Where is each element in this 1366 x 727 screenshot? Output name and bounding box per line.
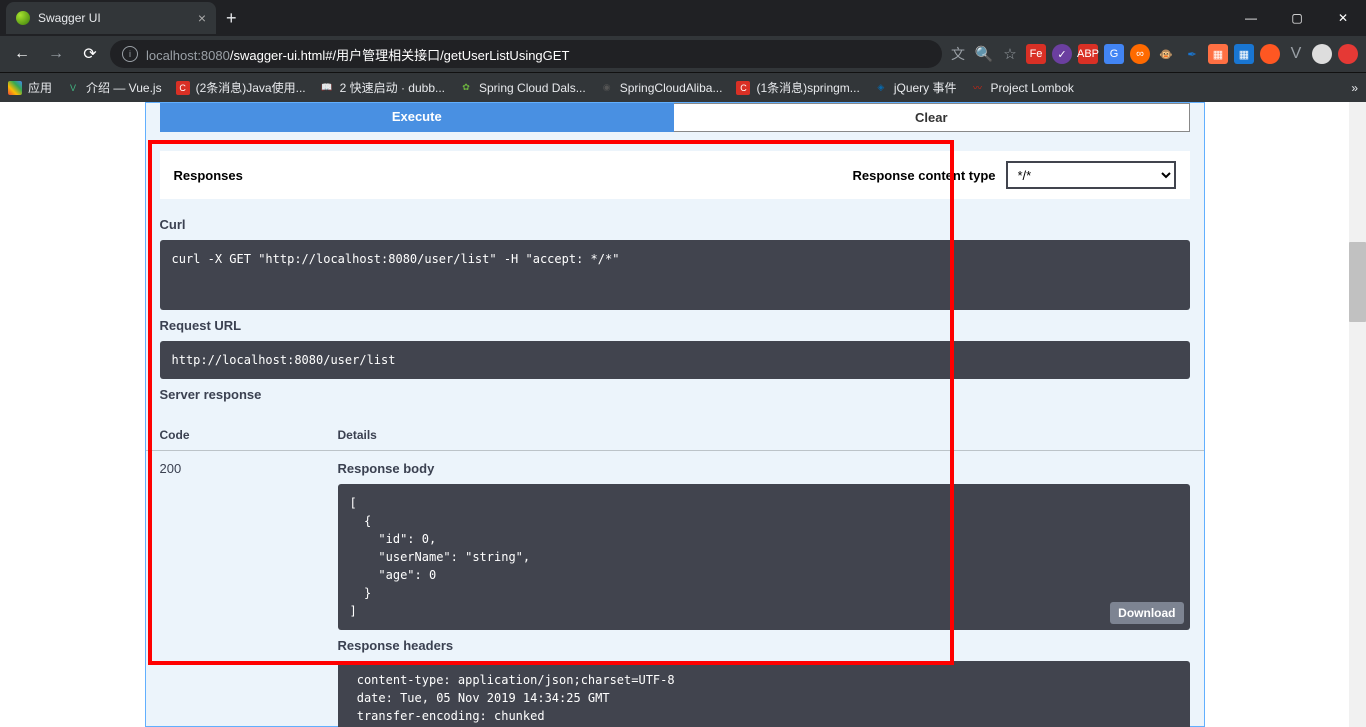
close-tab-icon[interactable]: × xyxy=(198,10,206,26)
ext-icon-10[interactable]: V xyxy=(1286,44,1306,64)
curl-command[interactable]: curl -X GET "http://localhost:8080/user/… xyxy=(160,240,1190,310)
response-headers-label: Response headers xyxy=(338,638,1190,653)
swagger-operation-panel: Execute Clear Responses Response content… xyxy=(145,102,1205,727)
responses-title: Responses xyxy=(174,168,243,183)
swagger-favicon xyxy=(16,11,30,25)
ext-icon-1[interactable]: Fe xyxy=(1026,44,1046,64)
translate-icon[interactable]: ⽂ xyxy=(948,44,968,64)
ext-icon-3[interactable]: G xyxy=(1104,44,1124,64)
ext-icon-2[interactable]: ✓ xyxy=(1052,44,1072,64)
ext-icon-8[interactable]: ▦ xyxy=(1234,44,1254,64)
url-host: localhost xyxy=(146,48,197,63)
forward-button[interactable]: → xyxy=(42,40,70,68)
bm-label: Project Lombok xyxy=(991,81,1074,95)
bookmark-item[interactable]: V 介绍 — Vue.js xyxy=(66,79,162,96)
response-headers[interactable]: content-type: application/json;charset=U… xyxy=(338,661,1190,727)
url-port: :8080 xyxy=(197,48,230,63)
bookmark-item[interactable]: ◉ SpringCloudAliba... xyxy=(600,81,723,95)
back-button[interactable]: ← xyxy=(8,40,36,68)
csdn-icon: C xyxy=(736,81,750,95)
status-code: 200 xyxy=(160,461,338,727)
request-url-value[interactable]: http://localhost:8080/user/list xyxy=(160,341,1190,379)
address-bar-icons: ⽂ 🔍 ☆ Fe ✓ ABP G ∞ 🐵 ✒ ▦ ▦ V xyxy=(948,44,1358,64)
bookmark-item[interactable]: C (1条消息)springm... xyxy=(736,79,859,96)
response-body[interactable]: [ { "id": 0, "userName": "string", "age"… xyxy=(338,484,1190,630)
close-window-icon[interactable]: ✕ xyxy=(1320,0,1366,36)
col-details: Details xyxy=(338,428,1190,442)
bookmark-item[interactable]: 〰 Project Lombok xyxy=(971,81,1074,95)
bookmark-item[interactable]: ✿ Spring Cloud Dals... xyxy=(459,81,586,95)
maximize-icon[interactable]: ▢ xyxy=(1274,0,1320,36)
csdn-icon: C xyxy=(176,81,190,95)
ext-icon-11[interactable] xyxy=(1338,44,1358,64)
new-tab-button[interactable]: + xyxy=(216,8,247,29)
execute-button[interactable]: Execute xyxy=(160,103,675,132)
page-content: Execute Clear Responses Response content… xyxy=(0,102,1349,727)
response-row: 200 Response body [ { "id": 0, "userName… xyxy=(146,451,1204,727)
browser-address-bar: ← → ⟳ i localhost:8080/swagger-ui.html#/… xyxy=(0,36,1366,72)
profile-avatar-icon[interactable] xyxy=(1312,44,1332,64)
bookmark-item[interactable]: 📖 2 快速启动 · dubb... xyxy=(320,79,445,96)
minimize-icon[interactable]: — xyxy=(1228,0,1274,36)
window-controls: — ▢ ✕ xyxy=(1228,0,1366,36)
response-body-wrap: [ { "id": 0, "userName": "string", "age"… xyxy=(338,484,1190,630)
response-table-header: Code Details xyxy=(146,420,1204,451)
ext-icon-7[interactable]: ▦ xyxy=(1208,44,1228,64)
ext-icon-6[interactable]: ✒ xyxy=(1182,44,1202,64)
responses-header: Responses Response content type */* xyxy=(160,151,1190,199)
clear-button[interactable]: Clear xyxy=(674,103,1190,132)
bm-label: SpringCloudAliba... xyxy=(620,81,723,95)
bookmarks-overflow-icon[interactable]: » xyxy=(1351,81,1358,95)
jquery-icon: ◈ xyxy=(874,81,888,95)
github-icon: ◉ xyxy=(600,81,614,95)
bm-label: 介绍 — Vue.js xyxy=(86,79,162,96)
book-icon: 📖 xyxy=(320,81,334,95)
response-body-label: Response body xyxy=(338,461,1190,476)
bm-label: 应用 xyxy=(28,79,52,96)
bookmarks-bar: 应用 V 介绍 — Vue.js C (2条消息)Java使用... 📖 2 快速启动… xyxy=(0,72,1366,102)
page-viewport: Execute Clear Responses Response content… xyxy=(0,102,1366,727)
bm-label: jQuery 事件 xyxy=(894,79,957,96)
bookmark-item[interactable]: C (2条消息)Java使用... xyxy=(176,79,306,96)
response-details: Response body [ { "id": 0, "userName": "… xyxy=(338,461,1190,727)
url-input[interactable]: i localhost:8080/swagger-ui.html#/用户管理相关… xyxy=(110,40,942,68)
reload-button[interactable]: ⟳ xyxy=(76,40,104,68)
site-info-icon[interactable]: i xyxy=(122,46,138,62)
content-type-select[interactable]: */* xyxy=(1006,161,1176,189)
curl-label: Curl xyxy=(160,217,1190,232)
ext-icon-5[interactable]: 🐵 xyxy=(1156,44,1176,64)
bm-label: Spring Cloud Dals... xyxy=(479,81,586,95)
tab-title: Swagger UI xyxy=(38,11,101,25)
spring-icon: ✿ xyxy=(459,81,473,95)
scrollbar-thumb[interactable] xyxy=(1349,242,1366,322)
bm-label: 2 快速启动 · dubb... xyxy=(340,79,445,96)
vue-icon: V xyxy=(66,81,80,95)
url-path: /swagger-ui.html#/用户管理相关接口/getUserListUs… xyxy=(230,48,570,63)
content-type-label: Response content type xyxy=(852,168,995,183)
action-button-row: Execute Clear xyxy=(160,103,1190,132)
server-response-label: Server response xyxy=(160,387,1190,402)
lombok-icon: 〰 xyxy=(971,81,985,95)
apps-shortcut[interactable]: 应用 xyxy=(8,79,52,96)
apps-icon xyxy=(8,81,22,95)
col-code: Code xyxy=(160,428,338,442)
download-button[interactable]: Download xyxy=(1110,602,1183,624)
ext-icon-9[interactable] xyxy=(1260,44,1280,64)
adblock-icon[interactable]: ABP xyxy=(1078,44,1098,64)
bm-label: (1条消息)springm... xyxy=(756,79,859,96)
bm-label: (2条消息)Java使用... xyxy=(196,79,306,96)
zoom-icon[interactable]: 🔍 xyxy=(974,44,994,64)
browser-titlebar: Swagger UI × + — ▢ ✕ xyxy=(0,0,1366,36)
request-url-label: Request URL xyxy=(160,318,1190,333)
browser-tab[interactable]: Swagger UI × xyxy=(6,2,216,34)
ext-icon-4[interactable]: ∞ xyxy=(1130,44,1150,64)
bookmark-star-icon[interactable]: ☆ xyxy=(1000,44,1020,64)
response-content-type: Response content type */* xyxy=(852,161,1175,189)
curl-section: Curl curl -X GET "http://localhost:8080/… xyxy=(146,199,1204,420)
bookmark-item[interactable]: ◈ jQuery 事件 xyxy=(874,79,957,96)
vertical-scrollbar[interactable] xyxy=(1349,102,1366,727)
